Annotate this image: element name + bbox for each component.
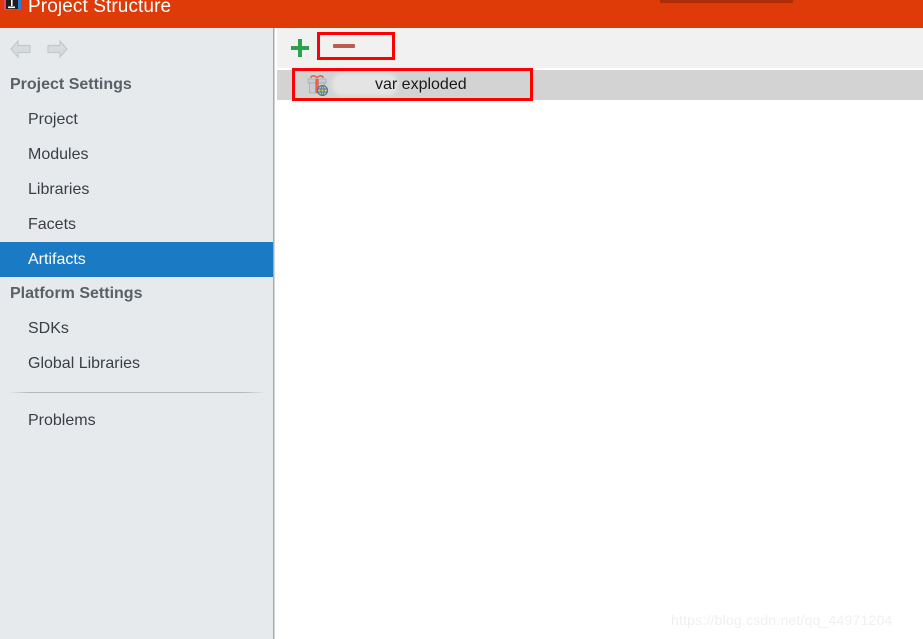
arrow-right-icon[interactable] bbox=[44, 38, 70, 60]
sidebar-divider bbox=[8, 392, 265, 393]
plus-icon[interactable] bbox=[289, 37, 311, 59]
arrow-left-icon[interactable] bbox=[8, 38, 34, 60]
minus-glyph bbox=[333, 44, 355, 48]
artifacts-panel: var exploded https://blog.csdn.net/qq_44… bbox=[277, 28, 923, 639]
title-bar: Project Structure bbox=[0, 0, 923, 28]
sidebar-item-project[interactable]: Project bbox=[0, 102, 273, 137]
artifacts-toolbar bbox=[277, 28, 923, 68]
sidebar-item-facets[interactable]: Facets bbox=[0, 207, 273, 242]
sidebar-item-problems[interactable]: Problems bbox=[0, 403, 273, 438]
sidebar-item-list: Project Settings Project Modules Librari… bbox=[0, 68, 273, 438]
sidebar-item-artifacts[interactable]: Artifacts bbox=[0, 242, 273, 277]
sidebar-group-project-settings: Project Settings bbox=[10, 76, 132, 93]
table-row[interactable]: var exploded bbox=[277, 70, 923, 100]
watermark-text: https://blog.csdn.net/qq_44971204 bbox=[671, 612, 893, 628]
sidebar-navigation-bar bbox=[0, 28, 273, 68]
sidebar-item-sdks[interactable]: SDKs bbox=[0, 311, 273, 346]
artifact-name-label: var exploded bbox=[375, 76, 467, 93]
titlebar-accent-line bbox=[660, 0, 793, 3]
sidebar-item-global-libraries[interactable]: Global Libraries bbox=[0, 346, 273, 381]
sidebar-item-modules[interactable]: Modules bbox=[0, 137, 273, 172]
intellij-idea-icon bbox=[3, 0, 23, 15]
minus-icon[interactable] bbox=[317, 32, 395, 60]
settings-sidebar: Project Settings Project Modules Librari… bbox=[0, 28, 273, 639]
sidebar-item-libraries[interactable]: Libraries bbox=[0, 172, 273, 207]
gift-web-artifact-icon bbox=[306, 74, 330, 97]
sidebar-group-platform-settings: Platform Settings bbox=[10, 285, 143, 302]
project-structure-dialog: Project Structure Project Settings Proje… bbox=[0, 0, 923, 639]
window-title: Project Structure bbox=[28, 0, 172, 17]
